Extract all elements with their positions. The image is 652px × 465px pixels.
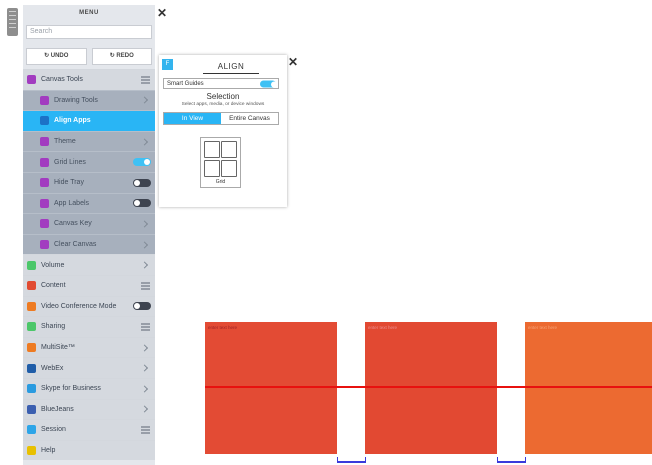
menu-item-label: Session: [41, 426, 66, 434]
tab-in-view[interactable]: In View: [164, 113, 221, 124]
smart-guides-row[interactable]: Smart Guides: [163, 78, 279, 89]
canvas-app-tile[interactable]: enter text here: [525, 322, 652, 454]
selection-scope-tabs: In View Entire Canvas: [163, 112, 279, 125]
menu-item-icon: [27, 384, 36, 394]
toggle-switch[interactable]: [133, 158, 151, 167]
menu-drag-handle[interactable]: [7, 8, 18, 36]
menu-item-skype-for-business[interactable]: Skype for Business: [23, 377, 155, 399]
align-title: ALIGN: [203, 62, 259, 74]
alignment-guide-line: [205, 386, 652, 388]
menu-item-webex[interactable]: WebEx: [23, 357, 155, 378]
menu-item-icon: [40, 95, 49, 105]
menu-item-icon: [27, 260, 36, 270]
menu-item-volume[interactable]: Volume: [23, 254, 155, 275]
menu-item-label: Canvas Tools: [41, 76, 83, 84]
redo-label: REDO: [116, 53, 134, 59]
menu-item-icon: [27, 445, 36, 455]
grid-cell-icon: [204, 160, 220, 177]
list-icon: [141, 321, 150, 332]
redo-button[interactable]: ↻ REDO: [91, 48, 152, 65]
undo-button[interactable]: ↻ UNDO: [26, 48, 87, 65]
menu-item-icon: [27, 363, 36, 373]
menu-item-icon: [40, 219, 49, 229]
close-align-icon[interactable]: ✕: [288, 56, 298, 68]
menu-item-multisite[interactable]: MultiSite™: [23, 336, 155, 358]
menu-item-icon: [40, 137, 49, 147]
menu-item-label: Sharing: [41, 323, 66, 331]
menu-item-icon: [27, 75, 36, 85]
menu-item-label: Canvas Key: [54, 220, 92, 228]
menu-item-icon: [40, 116, 49, 126]
align-logo-icon: F: [162, 59, 173, 70]
undo-label: UNDO: [50, 53, 69, 59]
menu-item-icon: [40, 240, 49, 250]
menu-item-label: Volume: [41, 261, 65, 269]
menu-item-icon: [27, 301, 36, 311]
menu-item-icon: [27, 425, 36, 435]
main-menu: MENU Search ↻ UNDO ↻ REDO Canvas Tools Dr…: [23, 5, 155, 465]
menu-item-label: Align Apps: [54, 117, 91, 125]
menu-item-canvas-key[interactable]: Canvas Key: [23, 213, 155, 234]
menu-item-icon: [27, 404, 36, 414]
search-input[interactable]: Search: [26, 25, 152, 39]
menu-item-hide-tray[interactable]: Hide Tray: [23, 171, 155, 193]
menu-item-label: Content: [41, 282, 66, 290]
list-icon: [141, 424, 150, 435]
toggle-switch[interactable]: [133, 178, 151, 187]
menu-item-label: Skype for Business: [41, 385, 101, 393]
menu-item-grid-lines[interactable]: Grid Lines: [23, 151, 155, 172]
grid-cell-icon: [221, 141, 237, 158]
menu-item-clear-canvas[interactable]: Clear Canvas: [23, 233, 155, 255]
tile-placeholder-text[interactable]: enter text here: [368, 325, 397, 330]
smart-guides-toggle[interactable]: [260, 80, 277, 87]
spacing-indicator: [497, 457, 526, 463]
undo-icon: ↻: [44, 53, 51, 59]
menu-item-icon: [40, 198, 49, 208]
canvas-app-tile[interactable]: enter text here: [365, 322, 497, 454]
list-icon: [141, 280, 150, 291]
align-panel: F ALIGN Smart Guides Selection Select ap…: [159, 55, 287, 207]
menu-item-label: BlueJeans: [41, 405, 74, 413]
menu-item-list: Canvas Tools Drawing Tools Align Apps Theme…: [23, 69, 155, 461]
menu-item-icon: [27, 281, 36, 291]
tile-placeholder-text[interactable]: enter text here: [528, 325, 557, 330]
menu-item-label: Help: [41, 446, 56, 454]
menu-item-content[interactable]: Content: [23, 274, 155, 296]
menu-item-icon: [40, 157, 49, 167]
close-menu-icon[interactable]: ✕: [157, 7, 167, 19]
canvas-app-tile[interactable]: enter text here: [205, 322, 337, 454]
spacing-indicator: [337, 457, 366, 463]
menu-item-app-labels[interactable]: App Labels: [23, 192, 155, 214]
selection-hint: Select apps, media, or device windows: [181, 102, 265, 107]
menu-item-canvas-tools[interactable]: Canvas Tools: [23, 69, 155, 90]
tab-entire-canvas[interactable]: Entire Canvas: [221, 113, 278, 124]
menu-item-label: MultiSite™: [41, 344, 75, 352]
menu-item-theme[interactable]: Theme: [23, 130, 155, 152]
grid-label: Grid: [215, 179, 226, 185]
toggle-switch[interactable]: [133, 302, 151, 311]
menu-item-icon: [27, 322, 36, 332]
selection-title: Selection: [206, 92, 240, 101]
menu-item-video-conference-mode[interactable]: Video Conference Mode: [23, 295, 155, 317]
tile-placeholder-text[interactable]: enter text here: [208, 325, 237, 330]
grid-cell-icon: [221, 160, 237, 177]
menu-item-align-apps[interactable]: Align Apps: [23, 110, 155, 131]
menu-item-icon: [27, 343, 36, 353]
grid-button[interactable]: Grid: [200, 137, 241, 188]
toggle-switch[interactable]: [133, 199, 151, 208]
menu-item-icon: [40, 178, 49, 188]
menu-item-bluejeans[interactable]: BlueJeans: [23, 398, 155, 420]
menu-item-sharing[interactable]: Sharing: [23, 316, 155, 337]
menu-item-help[interactable]: Help: [23, 439, 155, 461]
menu-item-drawing-tools[interactable]: Drawing Tools: [23, 89, 155, 111]
menu-item-label: Drawing Tools: [54, 96, 98, 104]
list-icon: [141, 74, 150, 85]
menu-title: MENU: [79, 10, 99, 16]
grid-cell-icon: [204, 141, 220, 158]
menu-item-session[interactable]: Session: [23, 419, 155, 440]
smart-guides-label: Smart Guides: [167, 81, 204, 87]
menu-item-label: WebEx: [41, 364, 64, 372]
